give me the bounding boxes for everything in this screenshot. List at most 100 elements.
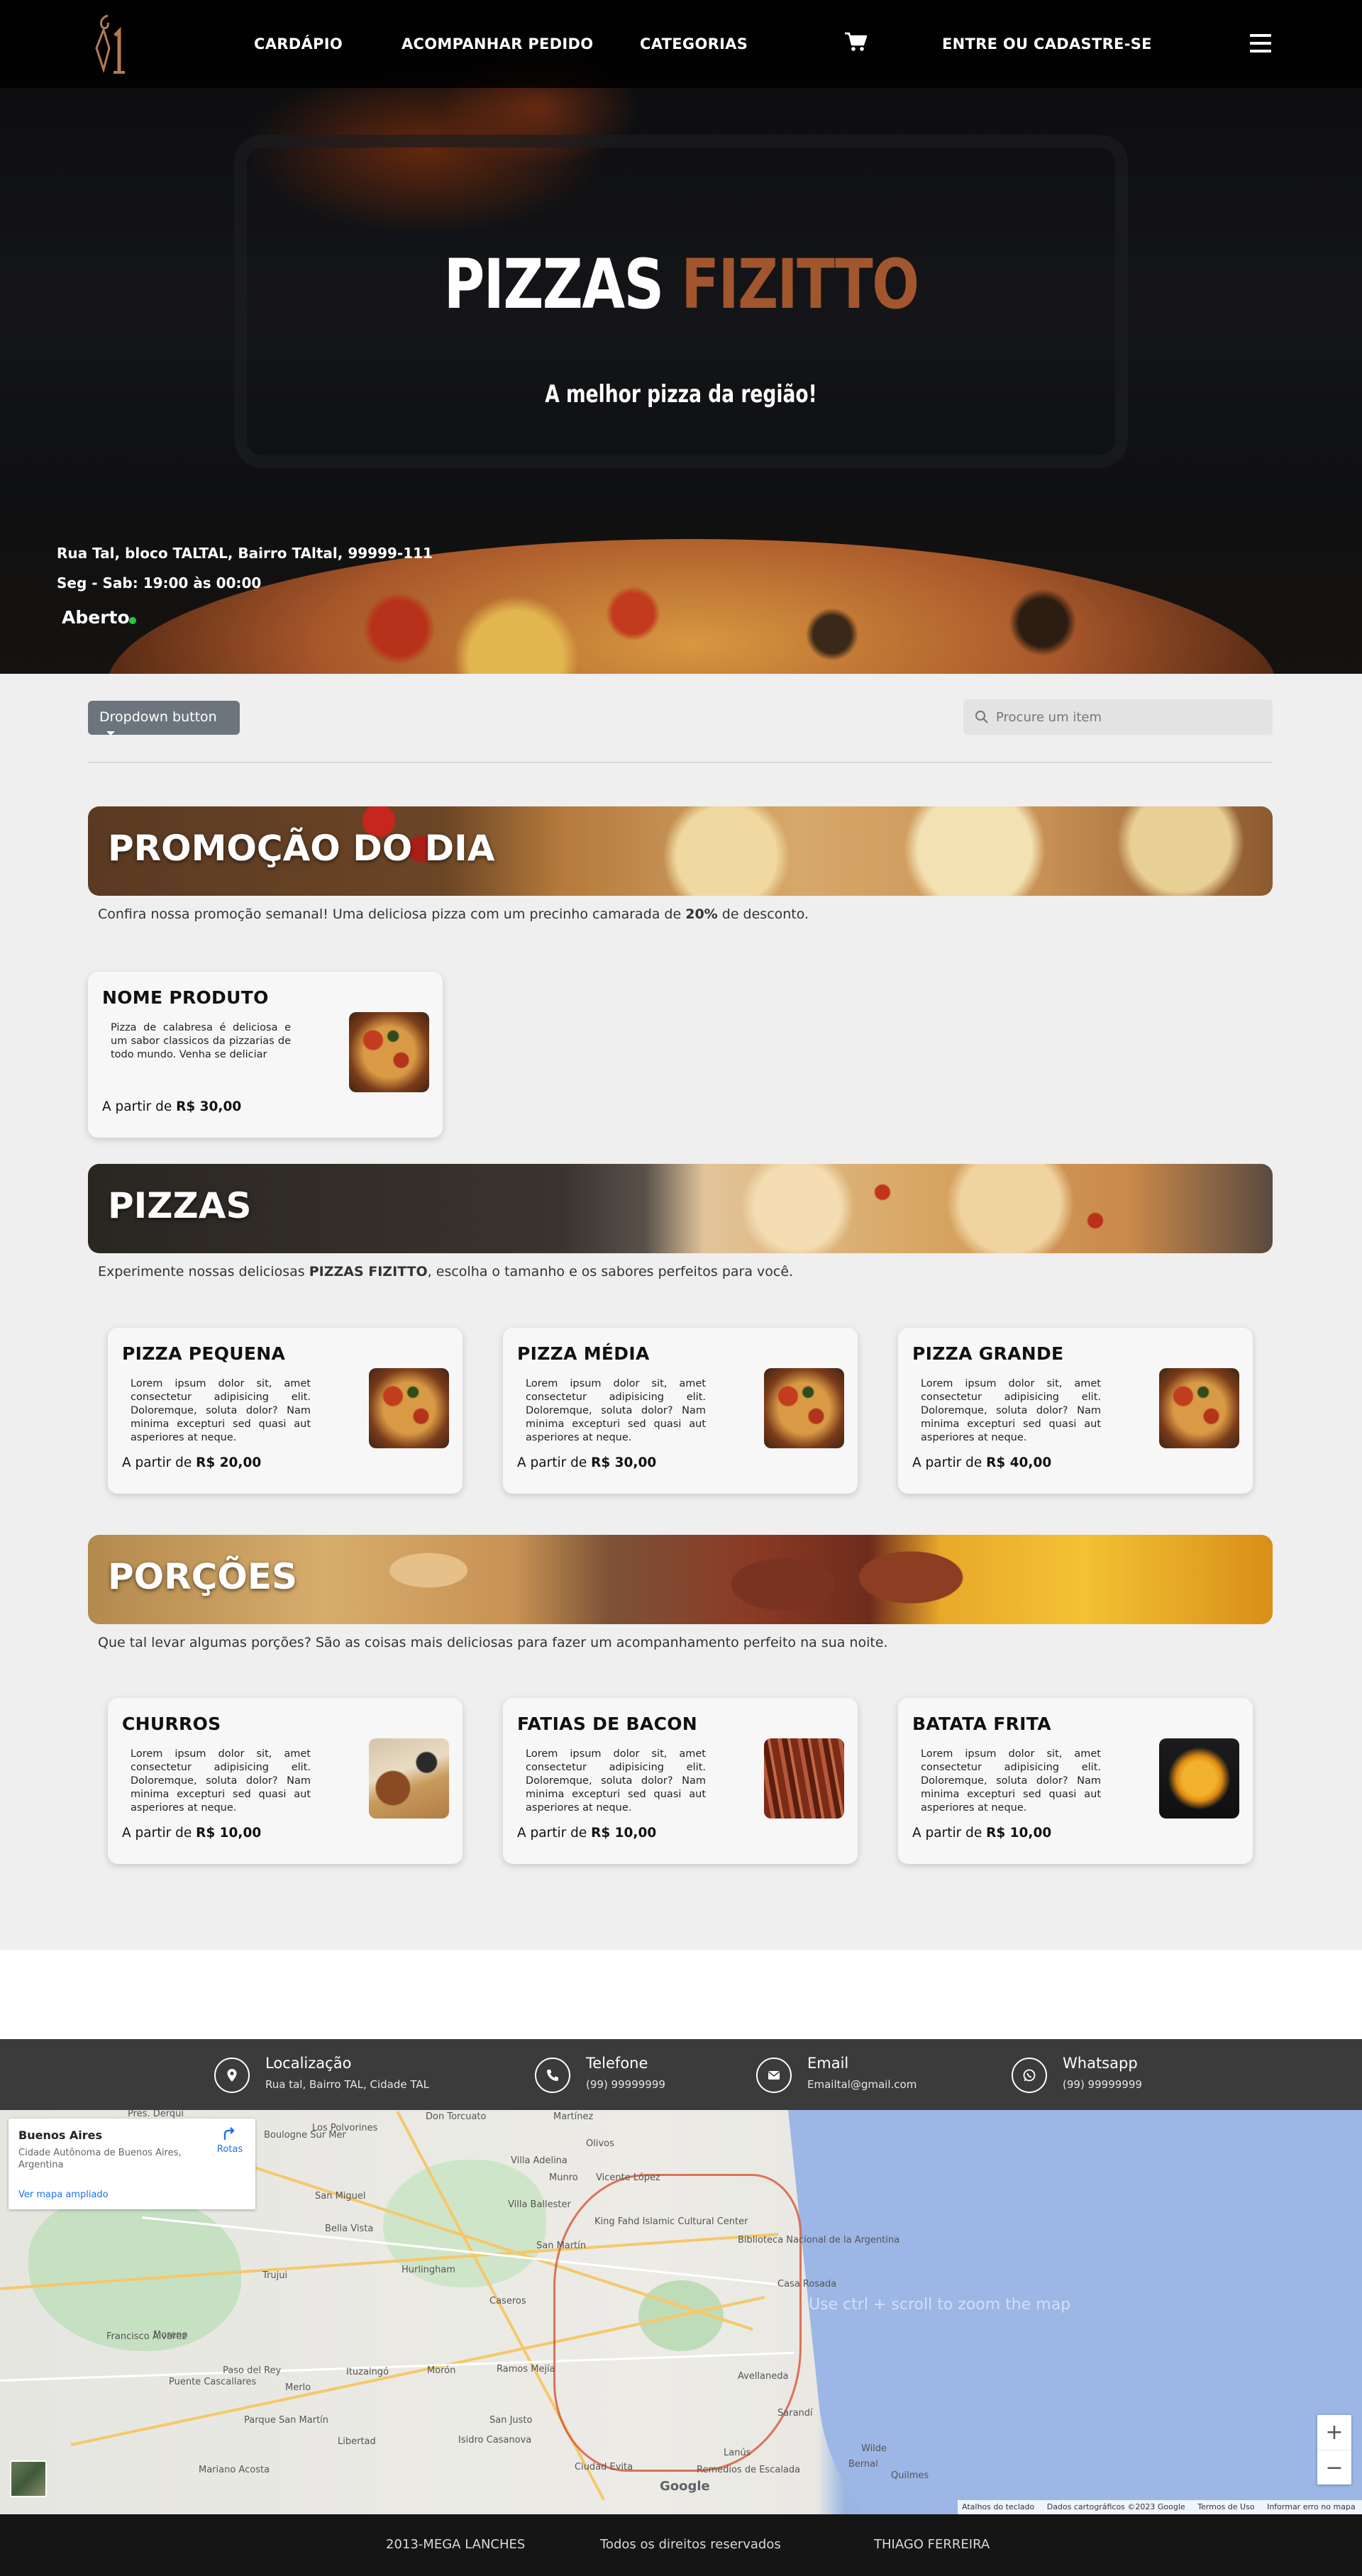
map-label: Hurlingham [402, 2265, 455, 2275]
product-price: A partir de R$ 20,00 [122, 1455, 262, 1470]
map-label: Don Torcuato [426, 2111, 487, 2122]
section-description: Confira nossa promoção semanal! Uma deli… [98, 906, 809, 922]
nav-link-categorias[interactable]: CATEGORIAS [640, 35, 748, 52]
map-label: Quilmes [891, 2470, 929, 2481]
hero-address: Rua Tal, bloco TALTAL, Bairro TAltal, 99… [57, 545, 433, 562]
directions-icon [223, 2127, 235, 2140]
product-card[interactable]: PIZZA MÉDIA Lorem ipsum dolor sit, amet … [503, 1328, 858, 1494]
open-status: Aberto [62, 607, 130, 628]
product-card[interactable]: FATIAS DE BACON Lorem ipsum dolor sit, a… [503, 1698, 858, 1864]
product-description: Lorem ipsum dolor sit, amet consectetur … [131, 1748, 311, 1814]
section-title: PIZZAS [108, 1185, 252, 1226]
map-label: Sarandí [777, 2408, 813, 2419]
product-description: Pizza de calabresa é deliciosa e um sabo… [111, 1022, 291, 1060]
zoom-in-button[interactable]: + [1317, 2415, 1351, 2450]
product-description: Lorem ipsum dolor sit, amet consectetur … [921, 1378, 1101, 1443]
map-label: Casa Rosada [777, 2279, 837, 2289]
map-attribution: Atalhos do teclado Dados cartográficos ©… [958, 2500, 1362, 2514]
map-label: Remedios de Escalada [697, 2465, 801, 2475]
search-input[interactable] [996, 699, 1266, 735]
product-name: CHURROS [122, 1714, 221, 1734]
product-image [1159, 1368, 1239, 1448]
product-name: PIZZA GRANDE [912, 1343, 1064, 1364]
nav-link-cardapio[interactable]: CARDÁPIO [254, 35, 343, 52]
map-label: Francisco Álvarez [106, 2331, 187, 2342]
product-price: A partir de R$ 10,00 [122, 1826, 262, 1841]
contact-label: Email [807, 2055, 849, 2072]
map-label: Boulogne Sur Mer [264, 2130, 346, 2141]
map-label: Biblioteca Nacional de la Argentina [738, 2235, 900, 2245]
product-name: NOME PRODUTO [102, 987, 269, 1008]
map-label: Trujui [262, 2270, 288, 2281]
product-name: BATATA FRITA [912, 1714, 1051, 1734]
contact-bar: Localização Rua tal, Bairro TAL, Cidade … [0, 2039, 1362, 2110]
map-label: Bella Vista [325, 2224, 374, 2234]
larger-map-link[interactable]: Ver mapa ampliado [18, 2189, 109, 2200]
contact-whatsapp: Whatsapp (99) 99999999 [1012, 2039, 1196, 2110]
map-label: Olivos [586, 2138, 614, 2149]
map-label: Libertad [338, 2436, 376, 2447]
hero-banner: PIZZAS FIZITTO A melhor pizza da região!… [0, 0, 1362, 674]
map-label: Isidro Casanova [458, 2435, 532, 2445]
keyboard-shortcuts-link[interactable]: Atalhos do teclado [962, 2502, 1034, 2511]
footer-rights: Todos os direitos reservados [600, 2537, 781, 2552]
phone-icon [535, 2058, 570, 2093]
product-description: Lorem ipsum dolor sit, amet consectetur … [526, 1748, 706, 1814]
product-description: Lorem ipsum dolor sit, amet consectetur … [131, 1378, 311, 1443]
product-price: A partir de R$ 40,00 [912, 1455, 1052, 1470]
contact-location: Localização Rua tal, Bairro TAL, Cidade … [214, 2039, 470, 2110]
map-place-address: Cidade Autônoma de Buenos Aires, Argenti… [18, 2148, 182, 2170]
nav-link-login[interactable]: ENTRE OU CADASTRE-SE [942, 35, 1152, 52]
map-label: Wilde [861, 2443, 887, 2454]
product-card[interactable]: PIZZA GRANDE Lorem ipsum dolor sit, amet… [898, 1328, 1253, 1494]
map-label: Morón [427, 2365, 456, 2376]
map-label: Vicente López [596, 2172, 660, 2183]
map-label: Villa Ballester [508, 2199, 571, 2210]
report-error-link[interactable]: Informar erro no mapa [1267, 2502, 1356, 2511]
product-card[interactable]: CHURROS Lorem ipsum dolor sit, amet cons… [108, 1698, 463, 1864]
map-label: Martínez [553, 2111, 594, 2122]
product-name: FATIAS DE BACON [517, 1714, 697, 1734]
google-map[interactable]: Pres. Derqui Los Polvorines Don Torcuato… [0, 2110, 1362, 2514]
hamburger-menu-icon[interactable] [1250, 34, 1271, 52]
product-price: A partir de R$ 30,00 [517, 1455, 657, 1470]
hero-subtitle: A melhor pizza da região! [545, 380, 817, 409]
product-card[interactable]: PIZZA PEQUENA Lorem ipsum dolor sit, ame… [108, 1328, 463, 1494]
product-image [764, 1738, 844, 1819]
google-logo: Google [660, 2479, 710, 2494]
hero-hours: Seg - Sab: 19:00 às 00:00 [57, 574, 262, 592]
category-dropdown-button[interactable]: Dropdown button [88, 701, 240, 735]
hero-title-part2: FIZITTO [681, 245, 919, 324]
product-card[interactable]: NOME PRODUTO Pizza de calabresa é delici… [88, 972, 443, 1138]
map-label: Merlo [285, 2382, 311, 2393]
contact-email: Email Emailtal@gmail.com [756, 2039, 969, 2110]
directions-label: Rotas [216, 2144, 243, 2155]
zoom-out-button[interactable]: − [1317, 2450, 1351, 2485]
contact-label: Telefone [586, 2055, 648, 2072]
contact-value: Emailtal@gmail.com [807, 2078, 917, 2091]
nav-link-acompanhar-pedido[interactable]: ACOMPANHAR PEDIDO [402, 35, 593, 52]
satellite-view-toggle[interactable] [10, 2460, 47, 2497]
product-image [1159, 1738, 1239, 1819]
contact-label: Localização [265, 2055, 352, 2072]
whatsapp-icon [1012, 2058, 1047, 2093]
logo-icon[interactable] [87, 11, 131, 78]
product-description: Lorem ipsum dolor sit, amet consectetur … [526, 1378, 706, 1443]
section-banner-pizzas: PIZZAS [88, 1164, 1273, 1253]
hero-title: PIZZAS FIZITTO [123, 245, 1239, 324]
directions-button[interactable]: Rotas [209, 2126, 251, 2155]
map-label: Caseros [489, 2296, 526, 2306]
location-pin-icon [214, 2058, 250, 2093]
cart-icon[interactable] [844, 31, 868, 52]
map-label: Puente Cascallares [169, 2377, 257, 2387]
product-image [369, 1368, 449, 1448]
toolbar-divider [88, 762, 1273, 763]
product-image [349, 1012, 429, 1092]
contact-value: (99) 99999999 [1063, 2078, 1142, 2091]
section-description: Que tal levar algumas porções? São as co… [98, 1635, 888, 1650]
map-label: Ituzaingó [346, 2367, 389, 2377]
map-label: Avellaneda [738, 2371, 789, 2382]
map-label: Parque San Martín [244, 2415, 329, 2426]
product-card[interactable]: BATATA FRITA Lorem ipsum dolor sit, amet… [898, 1698, 1253, 1864]
terms-link[interactable]: Termos de Uso [1197, 2502, 1254, 2511]
